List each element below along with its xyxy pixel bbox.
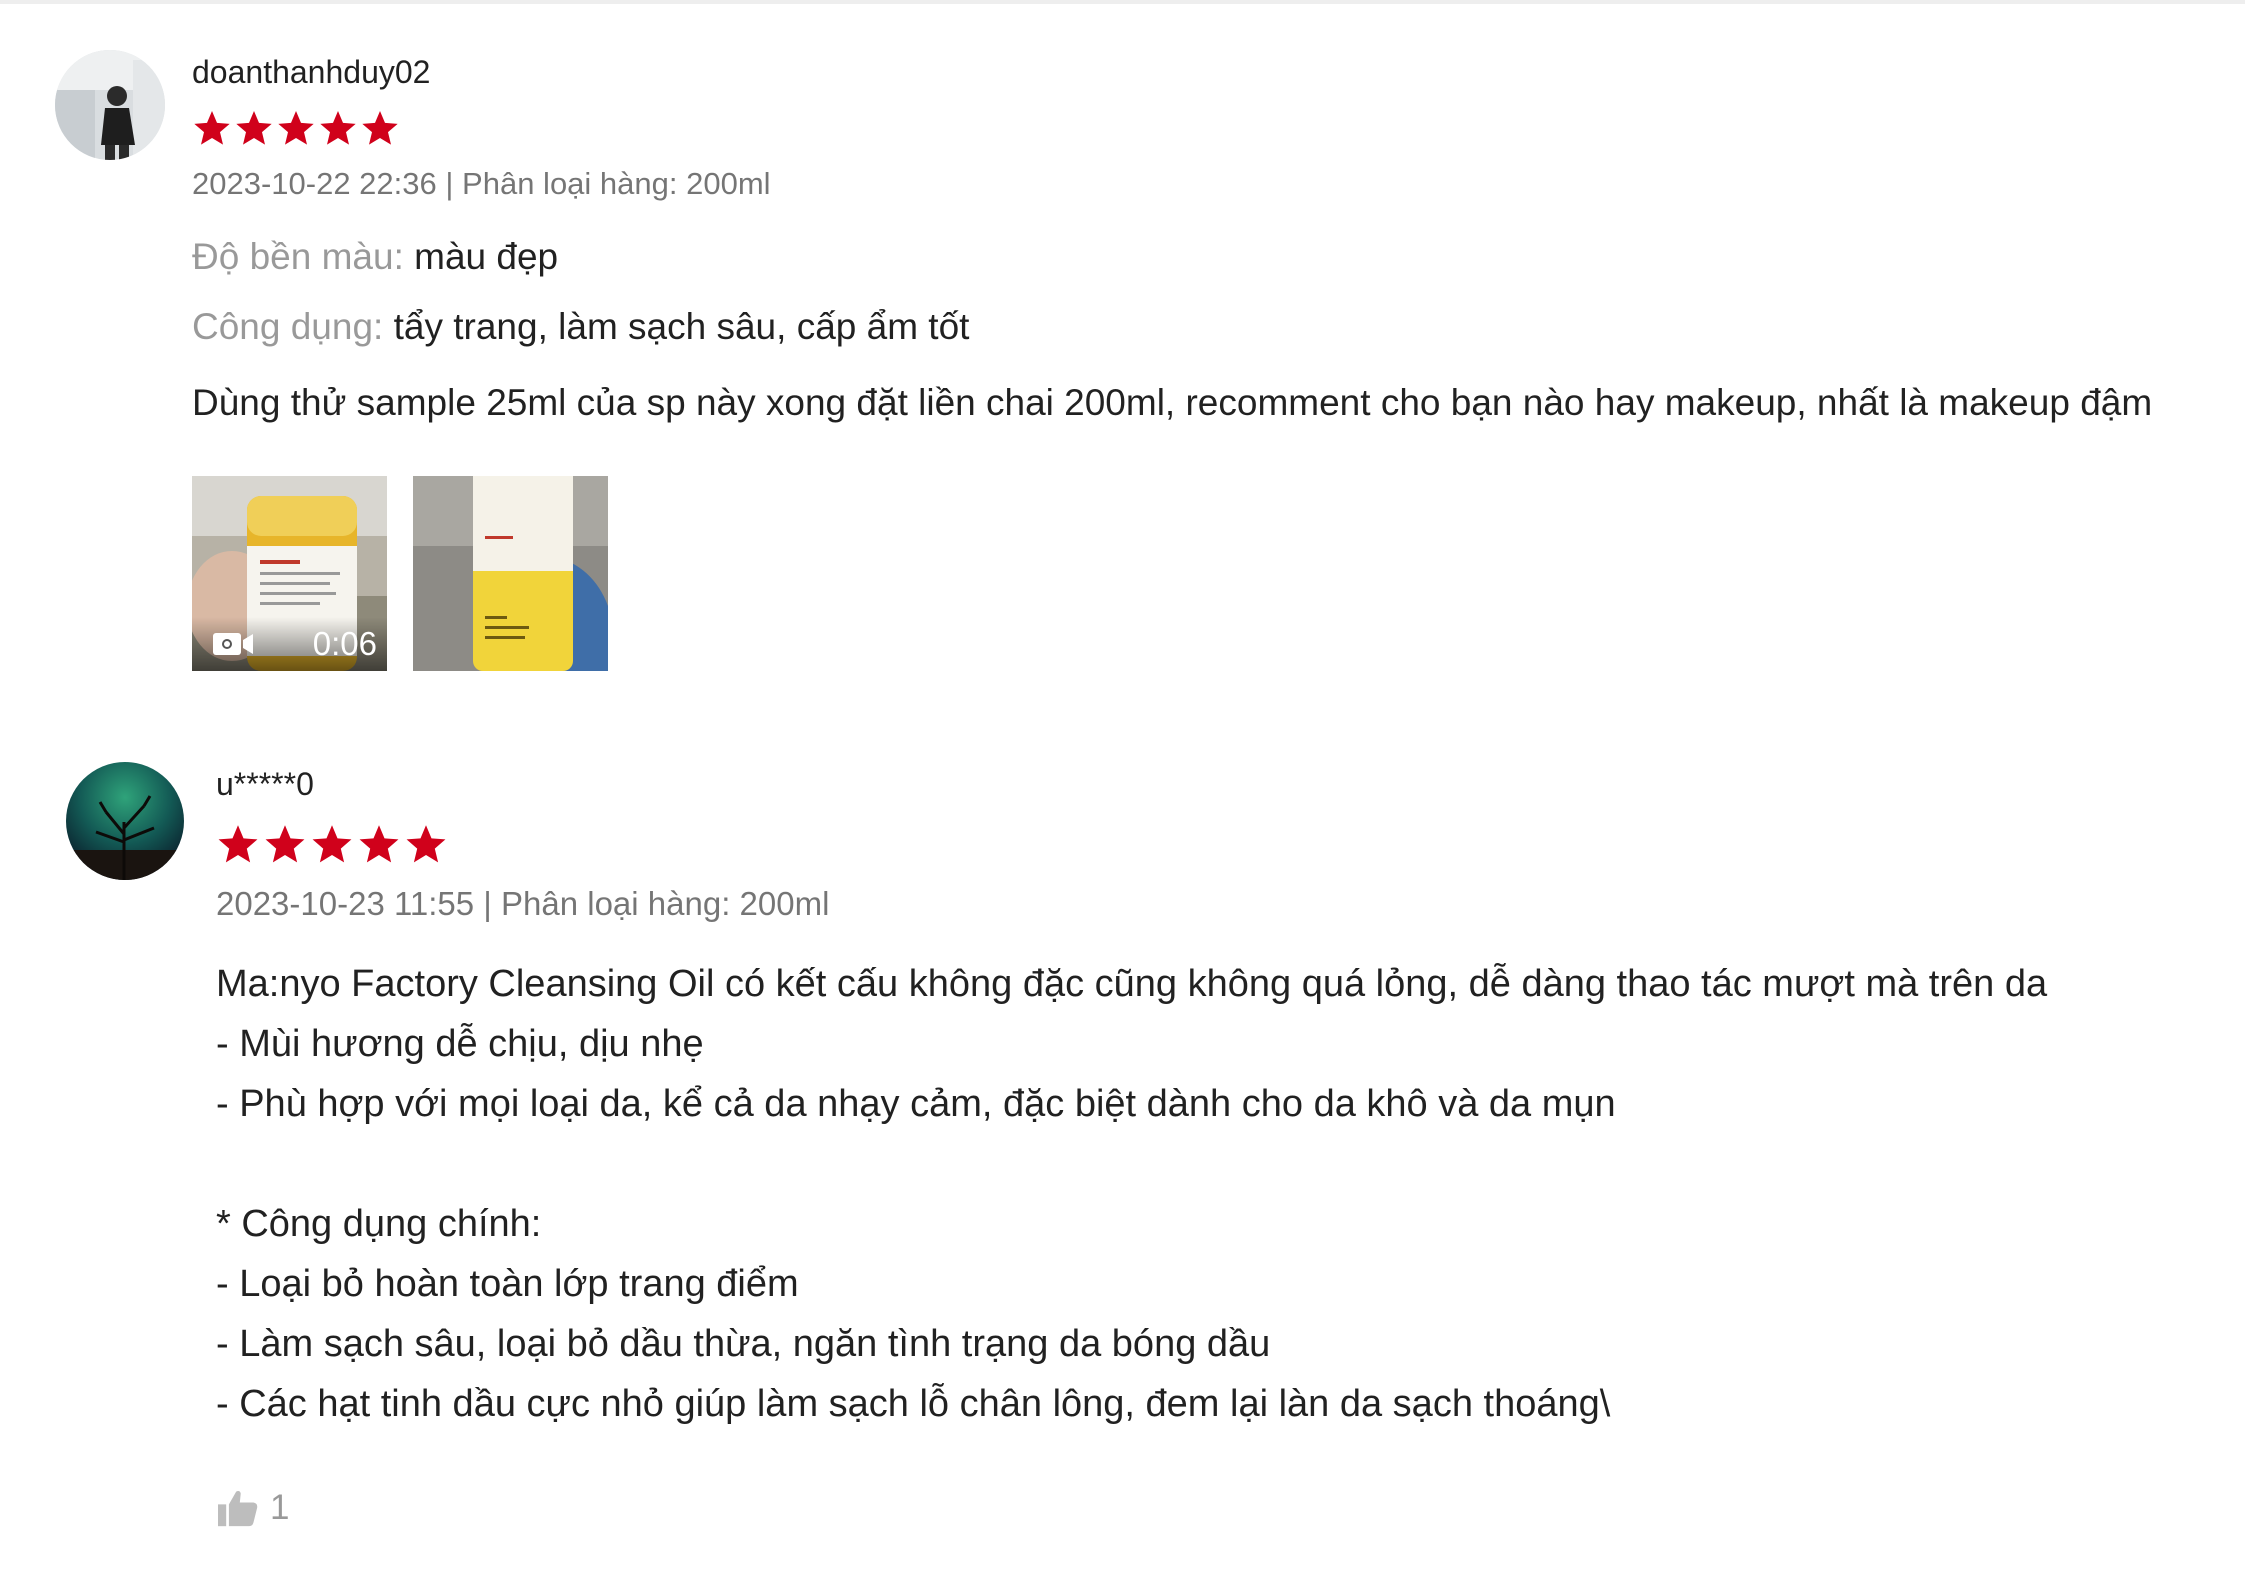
like-button[interactable]: 1 <box>216 1488 2231 1528</box>
attribute-label: Độ bền màu: <box>192 236 404 277</box>
attribute-value: màu đẹp <box>414 236 559 277</box>
like-count: 1 <box>270 1488 290 1527</box>
comment-line: Ma:nyo Factory Cleansing Oil có kết cấu … <box>216 963 2048 1005</box>
review-meta: 2023-10-22 22:36 | Phân loại hàng: 200ml <box>192 166 771 201</box>
star-icon <box>312 825 352 863</box>
rating-stars <box>216 822 2231 866</box>
thumbs-up-icon <box>218 1491 258 1527</box>
attribute-usage: Công dụng: tẩy trang, làm sạch sâu, cấp … <box>192 302 2232 352</box>
reviewer-name[interactable]: u*****0 <box>216 764 2231 804</box>
video-thumbnail[interactable]: 0:06 <box>192 476 387 671</box>
avatar[interactable] <box>66 762 184 880</box>
image-thumbnail[interactable] <box>413 476 608 671</box>
attribute-value: tẩy trang, làm sạch sâu, cấp ẩm tốt <box>393 306 970 347</box>
star-icon <box>406 825 446 863</box>
review-media: 0:06 <box>192 476 2232 671</box>
comment-line: - Phù hợp với mọi loại da, kể cả da nhạy… <box>216 1083 1616 1125</box>
comment-line: - Mùi hương dễ chịu, dịu nhẹ <box>216 1023 704 1065</box>
star-icon <box>218 825 258 863</box>
review-comment: Dùng thử sample 25ml của sp này xong đặt… <box>192 382 2153 423</box>
attribute-label: Công dụng: <box>192 306 384 347</box>
video-overlay: 0:06 <box>192 617 387 671</box>
rating-stars <box>192 108 2232 148</box>
star-icon <box>362 111 398 145</box>
star-icon <box>278 111 314 145</box>
review-meta: 2023-10-23 11:55 | Phân loại hàng: 200ml <box>216 885 830 922</box>
star-icon <box>320 111 356 145</box>
review-content: doanthanhduy02 2023-10-22 22:36 | Phân l… <box>192 52 2232 671</box>
video-camera-icon <box>213 633 253 655</box>
star-icon <box>265 825 305 863</box>
review-content: u*****0 2023-10-23 11:55 | Phân loại hàn… <box>216 764 2231 1528</box>
star-icon <box>359 825 399 863</box>
reviewer-name[interactable]: doanthanhduy02 <box>192 52 2232 92</box>
star-icon <box>194 111 230 145</box>
comment-line: * Công dụng chính: <box>216 1203 542 1245</box>
comment-line: - Làm sạch sâu, loại bỏ dầu thừa, ngăn t… <box>216 1323 1271 1365</box>
review-item: u*****0 2023-10-23 11:55 | Phân loại hàn… <box>0 720 2245 1587</box>
attribute-color-durability: Độ bền màu: màu đẹp <box>192 232 2232 282</box>
video-duration: 0:06 <box>312 625 377 662</box>
comment-line: - Các hạt tinh dầu cực nhỏ giúp làm sạch… <box>216 1383 1611 1425</box>
review-comment: Ma:nyo Factory Cleansing Oil có kết cấu … <box>216 954 2231 1434</box>
star-icon <box>236 111 272 145</box>
review-item: doanthanhduy02 2023-10-22 22:36 | Phân l… <box>0 0 2245 720</box>
comment-line: - Loại bỏ hoàn toàn lớp trang điểm <box>216 1263 799 1305</box>
avatar[interactable] <box>55 50 165 160</box>
comment-line <box>216 1134 2231 1194</box>
